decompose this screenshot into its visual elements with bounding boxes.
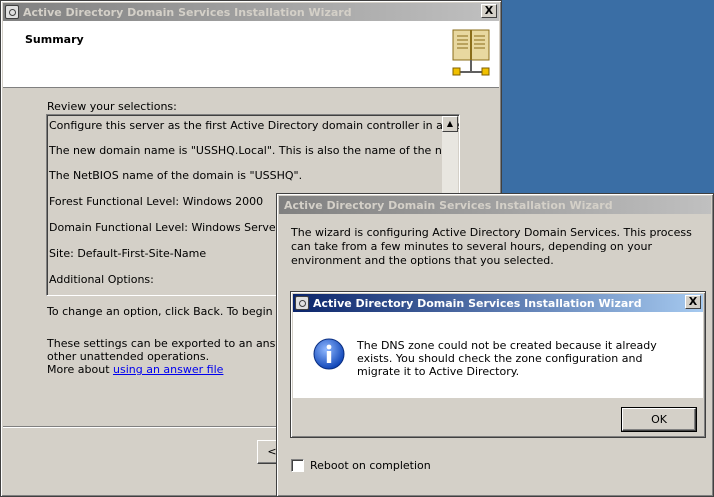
reboot-label: Reboot on completion bbox=[310, 459, 431, 472]
info-icon bbox=[313, 338, 345, 370]
progress-title-bar: Active Directory Domain Services Install… bbox=[279, 196, 711, 214]
summary-line: Configure this server as the first Activ… bbox=[49, 119, 459, 132]
more-about-text: More about using an answer file bbox=[47, 363, 223, 376]
arrow-up-icon: ▲ bbox=[446, 119, 454, 128]
summary-line: Domain Functional Level: Windows Server … bbox=[49, 221, 312, 234]
book-icon bbox=[452, 29, 490, 76]
answer-file-link[interactable]: using an answer file bbox=[113, 363, 223, 376]
summary-line: The NetBIOS name of the domain is "USSHQ… bbox=[49, 169, 303, 182]
ok-button[interactable]: OK bbox=[621, 407, 697, 432]
export-text-line2: other unattended operations. bbox=[47, 350, 210, 363]
main-window-title: Active Directory Domain Services Install… bbox=[23, 5, 352, 19]
wizard-app-icon bbox=[5, 5, 19, 19]
progress-window-title: Active Directory Domain Services Install… bbox=[284, 198, 613, 212]
scroll-up-button[interactable]: ▲ bbox=[442, 116, 458, 132]
summary-line: The new domain name is "USSHQ.Local". Th… bbox=[49, 144, 460, 157]
main-close-button[interactable]: X bbox=[481, 4, 497, 18]
main-title-bar: Active Directory Domain Services Install… bbox=[3, 3, 499, 21]
error-body: The DNS zone could not be created becaus… bbox=[293, 312, 703, 398]
more-about-label: More about bbox=[47, 363, 110, 376]
summary-line: Forest Functional Level: Windows 2000 bbox=[49, 195, 264, 208]
wizard-header: Summary bbox=[3, 21, 499, 88]
error-title-bar: Active Directory Domain Services Install… bbox=[293, 294, 703, 312]
error-message: The DNS zone could not be created becaus… bbox=[357, 339, 657, 378]
reboot-checkbox-row[interactable]: Reboot on completion bbox=[291, 459, 431, 472]
dialog-app-icon bbox=[295, 296, 309, 310]
page-title: Summary bbox=[25, 33, 84, 46]
error-close-button[interactable]: X bbox=[685, 295, 701, 309]
error-dialog-title: Active Directory Domain Services Install… bbox=[313, 296, 642, 310]
change-option-text: To change an option, click Back. To begi… bbox=[47, 305, 312, 318]
summary-line: Additional Options: bbox=[49, 273, 154, 286]
error-dialog: Active Directory Domain Services Install… bbox=[290, 291, 706, 438]
reboot-checkbox[interactable] bbox=[291, 459, 304, 472]
review-label: Review your selections: bbox=[47, 100, 177, 113]
progress-message: The wizard is configuring Active Directo… bbox=[291, 226, 692, 267]
summary-line: Site: Default-First-Site-Name bbox=[49, 247, 207, 260]
